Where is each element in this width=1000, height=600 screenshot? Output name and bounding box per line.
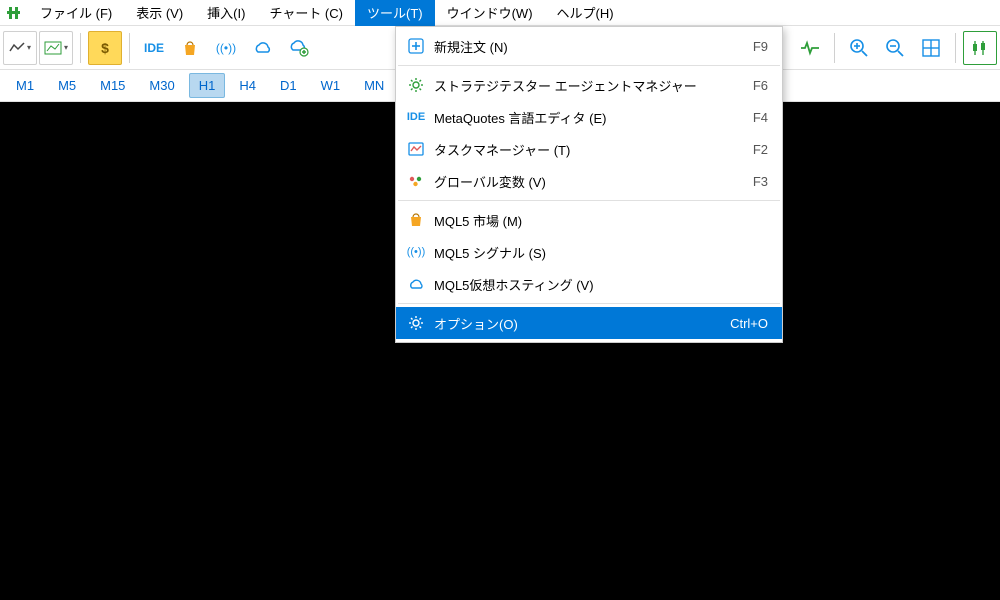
toolbar-separator [834, 33, 835, 63]
toolbar-separator [955, 33, 956, 63]
menu-item-label: タスクマネージャー (T) [428, 140, 753, 159]
menu-item-task[interactable]: タスクマネージャー (T)F2 [396, 133, 782, 165]
app-icon [0, 5, 28, 21]
menu-item-label: MQL5 シグナル (S) [428, 243, 768, 262]
plus-icon [404, 38, 428, 54]
dollar-button[interactable]: $ [88, 31, 122, 65]
cloud-add-button[interactable] [281, 31, 315, 65]
menu-separator [398, 303, 780, 304]
signal-icon: ((•)) [404, 246, 428, 258]
grid-button[interactable] [914, 31, 948, 65]
bag-icon [181, 39, 199, 57]
pulse-icon [800, 40, 820, 56]
toolbar-separator [129, 33, 130, 63]
candles-icon [970, 39, 990, 57]
chart-type-button[interactable]: ▾ [3, 31, 37, 65]
menu-separator [398, 200, 780, 201]
task-icon [404, 142, 428, 156]
menu-item-4[interactable]: ツール(T) [355, 0, 435, 26]
candles-button[interactable] [963, 31, 997, 65]
menu-item-5[interactable]: ウインドウ(W) [435, 0, 545, 26]
menu-item-shortcut: F6 [753, 78, 774, 93]
menu-item-shortcut: F3 [753, 174, 774, 189]
globals-icon [404, 174, 428, 188]
menu-item-gear[interactable]: ストラテジテスター エージェントマネジャーF6 [396, 69, 782, 101]
timeframe-w1[interactable]: W1 [311, 73, 351, 98]
menu-item-ide[interactable]: IDEMetaQuotes 言語エディタ (E)F4 [396, 101, 782, 133]
cloud-icon [252, 40, 272, 56]
menu-item-globals[interactable]: グローバル変数 (V)F3 [396, 165, 782, 197]
ide-button[interactable]: IDE [137, 31, 171, 65]
tools-menu-dropdown: 新規注文 (N)F9ストラテジテスター エージェントマネジャーF6IDEMeta… [395, 26, 783, 343]
zoom-out-button[interactable] [878, 31, 912, 65]
timeframe-d1[interactable]: D1 [270, 73, 307, 98]
options-icon [404, 315, 428, 331]
timeframe-m5[interactable]: M5 [48, 73, 86, 98]
timeframe-h4[interactable]: H4 [229, 73, 266, 98]
menu-item-0[interactable]: ファイル (F) [28, 0, 124, 26]
signals-button[interactable]: ((•)) [209, 31, 243, 65]
menu-item-shortcut: F2 [753, 142, 774, 157]
ide-icon: IDE [144, 41, 164, 55]
menubar: ファイル (F)表示 (V)挿入(I)チャート (C)ツール(T)ウインドウ(W… [0, 0, 1000, 26]
menu-item-1[interactable]: 表示 (V) [124, 0, 195, 26]
menu-item-label: ストラテジテスター エージェントマネジャー [428, 76, 753, 95]
ide-icon: IDE [404, 111, 428, 123]
dollar-icon: $ [101, 40, 109, 56]
timeframe-m30[interactable]: M30 [139, 73, 184, 98]
menu-item-label: オプション(O) [428, 314, 730, 333]
signal-icon: ((•)) [216, 41, 236, 55]
menu-item-cloud[interactable]: MQL5仮想ホスティング (V) [396, 268, 782, 300]
menu-item-market[interactable]: MQL5 市場 (M) [396, 204, 782, 236]
grid-icon [921, 38, 941, 58]
cloud-plus-icon [287, 39, 309, 57]
menu-item-signal[interactable]: ((•))MQL5 シグナル (S) [396, 236, 782, 268]
menu-item-label: 新規注文 (N) [428, 37, 753, 56]
menu-item-3[interactable]: チャート (C) [257, 0, 355, 26]
timeframe-mn[interactable]: MN [354, 73, 394, 98]
menu-item-label: グローバル変数 (V) [428, 172, 753, 191]
menu-item-plus[interactable]: 新規注文 (N)F9 [396, 30, 782, 62]
pulse-button[interactable] [793, 31, 827, 65]
toolbar-separator [80, 33, 81, 63]
menu-item-2[interactable]: 挿入(I) [195, 0, 257, 26]
menu-item-label: MQL5仮想ホスティング (V) [428, 275, 768, 294]
menu-item-shortcut: F9 [753, 39, 774, 54]
menu-item-6[interactable]: ヘルプ(H) [545, 0, 626, 26]
timeframe-m1[interactable]: M1 [6, 73, 44, 98]
gear-icon [404, 77, 428, 93]
market-icon [404, 212, 428, 228]
menu-item-label: MetaQuotes 言語エディタ (E) [428, 108, 753, 127]
cloud-icon [404, 277, 428, 291]
menu-item-label: MQL5 市場 (M) [428, 211, 768, 230]
menu-item-shortcut: F4 [753, 110, 774, 125]
chart-style-button[interactable]: ▾ [39, 31, 73, 65]
menu-item-shortcut: Ctrl+O [730, 316, 774, 331]
zoom-out-icon [885, 38, 905, 58]
zoom-in-button[interactable] [842, 31, 876, 65]
menu-separator [398, 65, 780, 66]
timeframe-m15[interactable]: M15 [90, 73, 135, 98]
market-button[interactable] [173, 31, 207, 65]
timeframe-h1[interactable]: H1 [189, 73, 226, 98]
zoom-in-icon [849, 38, 869, 58]
menu-item-options[interactable]: オプション(O)Ctrl+O [396, 307, 782, 339]
cloud-button[interactable] [245, 31, 279, 65]
